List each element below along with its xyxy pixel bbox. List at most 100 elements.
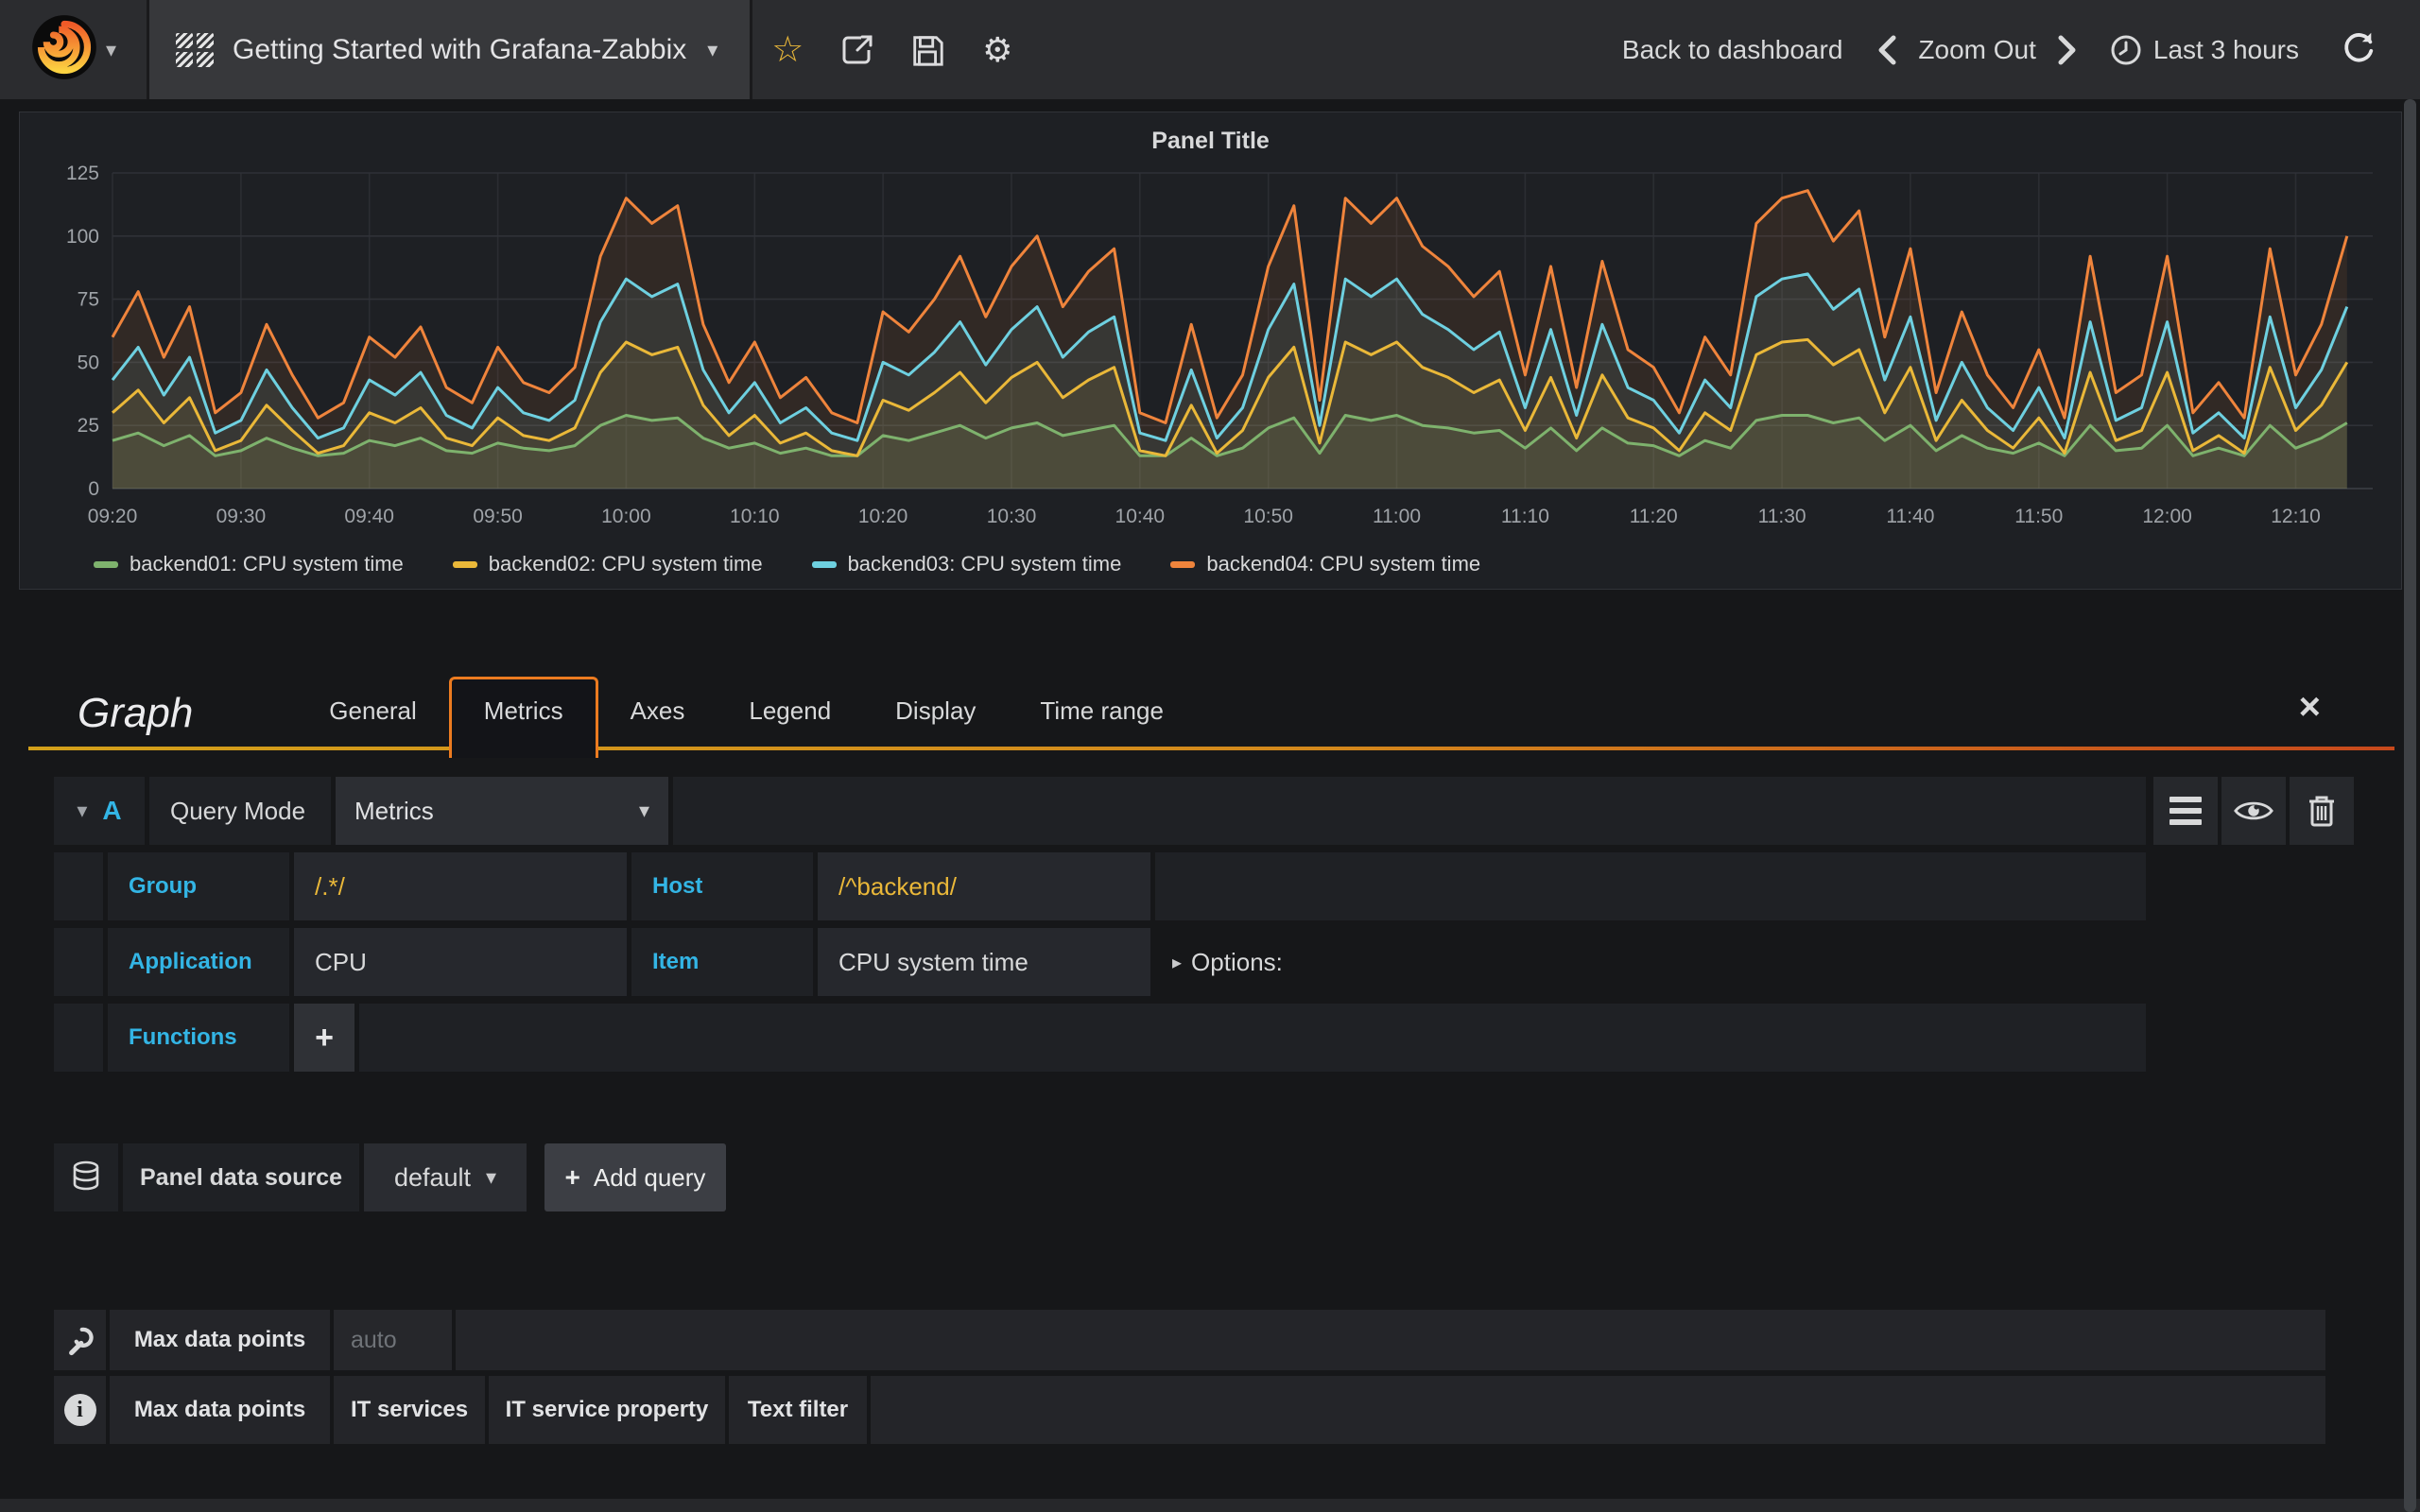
- scrollbar[interactable]: [2404, 99, 2416, 1512]
- time-shift-right-button[interactable]: [2042, 0, 2093, 99]
- legend-series-label: backend03: CPU system time: [848, 552, 1122, 576]
- grafana-logo-menu[interactable]: ▾: [0, 0, 149, 99]
- item-value-input[interactable]: CPU system time: [818, 928, 1150, 996]
- chart-legend: backend01: CPU system time backend02: CPU…: [20, 542, 2401, 576]
- refresh-button[interactable]: [2341, 29, 2377, 70]
- query-letter: A: [102, 796, 121, 826]
- max-data-points-input[interactable]: [334, 1310, 452, 1370]
- tab-general[interactable]: General: [297, 679, 449, 750]
- query-row-functions: Functions +: [54, 1004, 2146, 1072]
- refresh-icon: [2341, 29, 2377, 65]
- legend-series-label: backend01: CPU system time: [130, 552, 404, 576]
- max-data-points-label: Max data points: [110, 1310, 330, 1370]
- options-toggle[interactable]: ▸ Options:: [1172, 948, 1283, 977]
- svg-text:10:10: 10:10: [730, 506, 780, 527]
- bottom-strip: [0, 1499, 2420, 1512]
- dashboard-title: Getting Started with Grafana-Zabbix: [233, 34, 686, 66]
- query-mode-label: Query Mode: [149, 777, 331, 845]
- group-label: Group: [108, 852, 289, 920]
- application-value-input[interactable]: CPU: [294, 928, 627, 996]
- clock-icon: [2110, 34, 2142, 66]
- save-button[interactable]: [892, 0, 962, 99]
- tab-metrics[interactable]: Metrics: [449, 677, 598, 758]
- chevron-left-icon: [1875, 34, 1899, 66]
- legend-series-color: [812, 561, 837, 568]
- svg-text:12:10: 12:10: [2271, 506, 2321, 527]
- info-it-services[interactable]: IT services: [334, 1376, 485, 1444]
- svg-text:75: 75: [78, 289, 99, 311]
- query-row-a: ▾ A Query Mode Metrics ▾: [54, 777, 2146, 845]
- svg-text:10:20: 10:20: [858, 506, 908, 527]
- tab-legend[interactable]: Legend: [717, 679, 863, 750]
- trash-icon: [2307, 794, 2337, 828]
- menu-icon: [2169, 797, 2202, 825]
- back-to-dashboard-button[interactable]: Back to dashboard: [1603, 35, 1862, 65]
- panel-title[interactable]: Panel Title: [20, 112, 2401, 162]
- info-max-data-points[interactable]: Max data points: [110, 1376, 330, 1444]
- svg-text:11:20: 11:20: [1630, 506, 1678, 527]
- star-button[interactable]: ☆: [752, 0, 822, 99]
- tab-time-range[interactable]: Time range: [1008, 679, 1196, 750]
- zoom-out-button[interactable]: Zoom Out: [1912, 35, 2041, 65]
- query-delete-button[interactable]: [2290, 777, 2354, 845]
- info-it-service-property[interactable]: IT service property: [489, 1376, 725, 1444]
- query-toggle-visibility-button[interactable]: [2221, 777, 2286, 845]
- legend-item[interactable]: backend03: CPU system time: [812, 552, 1122, 576]
- add-function-button[interactable]: +: [294, 1004, 354, 1072]
- time-series-chart[interactable]: 025507510012509:2009:3009:4009:5010:0010…: [20, 162, 2401, 542]
- query-mode-dropdown[interactable]: Metrics ▾: [336, 777, 668, 845]
- add-query-button[interactable]: + Add query: [544, 1143, 726, 1211]
- graph-panel: Panel Title 025507510012509:2009:3009:40…: [19, 112, 2402, 590]
- info-row: i Max data points IT services IT service…: [54, 1376, 2325, 1444]
- query-row-group-host: Group /.*/ Host /^backend/: [54, 852, 2146, 920]
- time-range-picker[interactable]: Last 3 hours: [2093, 34, 2316, 66]
- query-row-actions: [2153, 777, 2354, 845]
- legend-item[interactable]: backend02: CPU system time: [453, 552, 763, 576]
- host-label: Host: [631, 852, 813, 920]
- share-button[interactable]: [822, 0, 892, 99]
- share-icon: [838, 31, 876, 69]
- dashboard-grid-icon: [176, 33, 214, 67]
- host-value-input[interactable]: /^backend/: [818, 852, 1150, 920]
- functions-label: Functions: [108, 1004, 289, 1072]
- svg-text:09:30: 09:30: [216, 506, 267, 527]
- query-row-application-item: Application CPU Item CPU system time ▸ O…: [54, 928, 2146, 996]
- wrench-icon: [64, 1324, 96, 1356]
- datasource-value: default: [394, 1163, 471, 1193]
- chevron-down-icon: ▾: [707, 38, 717, 62]
- close-icon[interactable]: ×: [2299, 688, 2321, 726]
- svg-text:09:50: 09:50: [473, 506, 523, 527]
- navbar-actions: ☆ ⚙: [752, 0, 1032, 99]
- dashboard-title-picker[interactable]: Getting Started with Grafana-Zabbix ▾: [149, 0, 752, 99]
- datasource-dropdown[interactable]: default ▾: [364, 1143, 527, 1211]
- legend-item[interactable]: backend01: CPU system time: [94, 552, 404, 576]
- datasource-row: Panel data source default ▾ + Add query: [54, 1143, 726, 1211]
- database-icon: [70, 1160, 102, 1195]
- caret-right-icon: ▸: [1172, 951, 1182, 974]
- svg-text:09:40: 09:40: [344, 506, 394, 527]
- query-menu-button[interactable]: [2153, 777, 2218, 845]
- legend-series-label: backend04: CPU system time: [1206, 552, 1480, 576]
- tab-display[interactable]: Display: [863, 679, 1008, 750]
- query-collapse-cell[interactable]: ▾ A: [54, 777, 145, 845]
- legend-item[interactable]: backend04: CPU system time: [1170, 552, 1480, 576]
- svg-text:10:30: 10:30: [987, 506, 1037, 527]
- settings-button[interactable]: ⚙: [962, 0, 1032, 99]
- svg-text:100: 100: [66, 226, 99, 248]
- panel-editor-header: Graph GeneralMetricsAxesLegendDisplayTim…: [28, 652, 2394, 750]
- info-cell: i: [54, 1376, 106, 1444]
- time-range-label: Last 3 hours: [2153, 35, 2299, 65]
- datasource-label: Panel data source: [123, 1143, 359, 1211]
- svg-text:25: 25: [78, 415, 99, 437]
- datasource-icon-cell: [54, 1143, 118, 1211]
- svg-text:0: 0: [88, 478, 99, 500]
- info-text-filter[interactable]: Text filter: [729, 1376, 867, 1444]
- svg-text:11:10: 11:10: [1501, 506, 1549, 527]
- svg-text:11:00: 11:00: [1373, 506, 1421, 527]
- time-shift-left-button[interactable]: [1861, 0, 1912, 99]
- tab-axes[interactable]: Axes: [598, 679, 717, 750]
- legend-series-color: [453, 561, 477, 568]
- group-value-input[interactable]: /.*/: [294, 852, 627, 920]
- panel-type-title: Graph: [78, 690, 193, 737]
- collapse-caret-icon[interactable]: ▾: [77, 799, 87, 823]
